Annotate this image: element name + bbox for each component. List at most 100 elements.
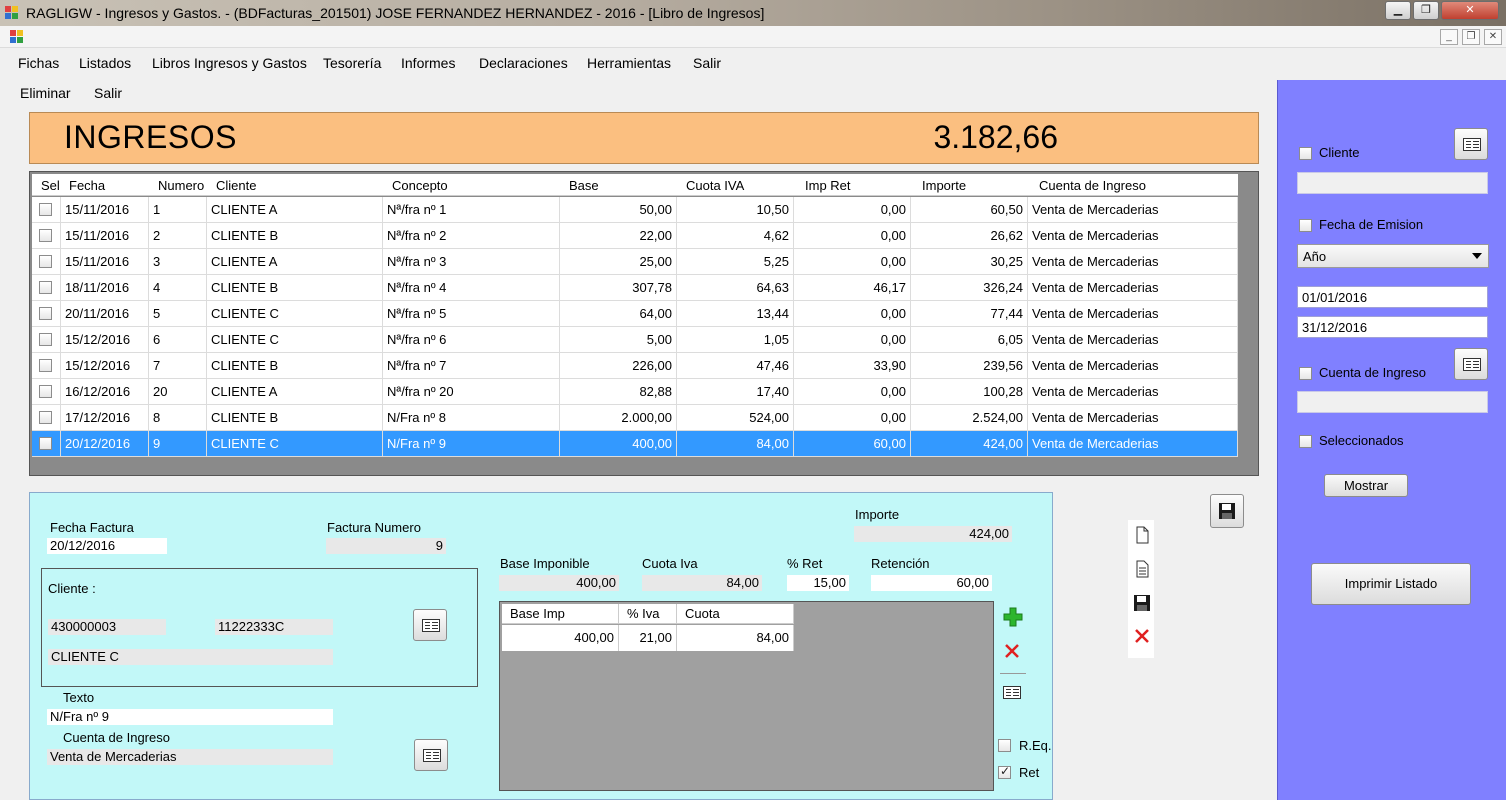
- cell-cuenta[interactable]: Venta de Mercaderias: [1028, 223, 1238, 249]
- cell-importe[interactable]: 6,05: [911, 327, 1028, 353]
- cliente-lookup-button[interactable]: [1454, 128, 1488, 160]
- menu-tesoreria[interactable]: Tesorería: [323, 55, 381, 71]
- cell-base[interactable]: 82,88: [560, 379, 677, 405]
- row-select-cell[interactable]: [32, 379, 61, 405]
- cell-importe[interactable]: 26,62: [911, 223, 1028, 249]
- cell-fecha[interactable]: 18/11/2016: [61, 275, 149, 301]
- cuota-iva-field[interactable]: 84,00: [642, 575, 762, 591]
- cell-numero[interactable]: 3: [149, 249, 207, 275]
- cell-importe[interactable]: 30,25: [911, 249, 1028, 275]
- row-select-cell[interactable]: [32, 327, 61, 353]
- fecha-desde-input[interactable]: 01/01/2016: [1297, 286, 1488, 308]
- iva-col-cuota[interactable]: Cuota: [677, 604, 794, 624]
- cell-cuota[interactable]: 64,63: [677, 275, 794, 301]
- cell-fecha[interactable]: 16/12/2016: [61, 379, 149, 405]
- cell-cuenta[interactable]: Venta de Mercaderias: [1028, 431, 1238, 457]
- cell-fecha[interactable]: 15/11/2016: [61, 197, 149, 223]
- cell-numero[interactable]: 8: [149, 405, 207, 431]
- table-row[interactable]: 15/12/2016 6 CLIENTE C Nª/fra nº 6 5,00 1,05 0…: [32, 327, 1238, 353]
- row-select-checkbox[interactable]: [39, 411, 52, 424]
- cuenta-ingreso-lookup-button[interactable]: [414, 739, 448, 771]
- delete-x-icon[interactable]: [1133, 627, 1151, 645]
- fecha-hasta-input[interactable]: 31/12/2016: [1297, 316, 1488, 338]
- cell-ret[interactable]: 60,00: [794, 431, 911, 457]
- cliente-cuenta-field[interactable]: 430000003: [48, 619, 166, 635]
- menu-listados[interactable]: Listados: [79, 55, 131, 71]
- cell-cuota[interactable]: 4,62: [677, 223, 794, 249]
- cell-base[interactable]: 307,78: [560, 275, 677, 301]
- cell-fecha[interactable]: 20/11/2016: [61, 301, 149, 327]
- row-select-checkbox[interactable]: [39, 333, 52, 346]
- cell-base[interactable]: 2.000,00: [560, 405, 677, 431]
- cell-ret[interactable]: 0,00: [794, 197, 911, 223]
- col-header-cuenta[interactable]: Cuenta de Ingreso: [1039, 178, 1146, 193]
- cell-cuota[interactable]: 524,00: [677, 405, 794, 431]
- importe-field[interactable]: 424,00: [854, 526, 1012, 542]
- row-select-cell[interactable]: [32, 249, 61, 275]
- cell-cliente[interactable]: CLIENTE C: [207, 327, 383, 353]
- cuenta-ingreso-field[interactable]: Venta de Mercaderias: [47, 749, 333, 765]
- fecha-factura-field[interactable]: 20/12/2016: [47, 538, 167, 554]
- cell-numero[interactable]: 20: [149, 379, 207, 405]
- cell-importe[interactable]: 239,56: [911, 353, 1028, 379]
- cell-numero[interactable]: 4: [149, 275, 207, 301]
- row-select-cell[interactable]: [32, 275, 61, 301]
- row-select-checkbox[interactable]: [39, 255, 52, 268]
- row-select-checkbox[interactable]: [39, 359, 52, 372]
- cell-base[interactable]: 64,00: [560, 301, 677, 327]
- cell-concepto[interactable]: N/Fra nº 8: [383, 405, 560, 431]
- close-button[interactable]: ✕: [1441, 1, 1499, 20]
- iva-cell-porcentaje[interactable]: 21,00: [619, 625, 677, 651]
- row-select-checkbox[interactable]: [39, 307, 52, 320]
- ret-checkbox[interactable]: [998, 764, 1011, 779]
- table-row[interactable]: 18/11/2016 4 CLIENTE B Nª/fra nº 4 307,78 64,…: [32, 275, 1238, 301]
- cell-cuota[interactable]: 84,00: [677, 431, 794, 457]
- col-header-sel[interactable]: Sel: [41, 178, 60, 193]
- child-restore-button[interactable]: ❐: [1462, 29, 1480, 45]
- table-row[interactable]: 15/11/2016 3 CLIENTE A Nª/fra nº 3 25,00 5,25…: [32, 249, 1238, 275]
- row-select-cell[interactable]: [32, 353, 61, 379]
- cliente-detail-lookup-button[interactable]: [413, 609, 447, 641]
- cliente-nombre-field[interactable]: CLIENTE C: [48, 649, 333, 665]
- table-row[interactable]: 16/12/2016 20 CLIENTE A Nª/fra nº 20 82,88 17…: [32, 379, 1238, 405]
- mostrar-button[interactable]: Mostrar: [1324, 474, 1408, 497]
- child-minimize-button[interactable]: _: [1440, 29, 1458, 45]
- iva-cell-cuota[interactable]: 84,00: [677, 625, 794, 651]
- col-header-cliente[interactable]: Cliente: [216, 178, 256, 193]
- fecha-filter-checkbox[interactable]: [1299, 219, 1312, 232]
- cell-importe[interactable]: 100,28: [911, 379, 1028, 405]
- add-line-icon[interactable]: [1003, 607, 1023, 627]
- row-select-cell[interactable]: [32, 301, 61, 327]
- cell-concepto[interactable]: Nª/fra nº 2: [383, 223, 560, 249]
- cell-concepto[interactable]: Nª/fra nº 1: [383, 197, 560, 223]
- periodo-select[interactable]: Año: [1297, 244, 1489, 268]
- cell-base[interactable]: 25,00: [560, 249, 677, 275]
- col-header-imp-ret[interactable]: Imp Ret: [805, 178, 851, 193]
- table-row[interactable]: 15/11/2016 2 CLIENTE B Nª/fra nº 2 22,00 4,62…: [32, 223, 1238, 249]
- cell-cliente[interactable]: CLIENTE A: [207, 249, 383, 275]
- row-select-checkbox[interactable]: [39, 385, 52, 398]
- cuenta-lookup-button[interactable]: [1454, 348, 1488, 380]
- factura-numero-field[interactable]: 9: [326, 538, 446, 554]
- cell-base[interactable]: 50,00: [560, 197, 677, 223]
- cell-fecha[interactable]: 15/12/2016: [61, 327, 149, 353]
- cell-cuota[interactable]: 10,50: [677, 197, 794, 223]
- cell-cuota[interactable]: 47,46: [677, 353, 794, 379]
- edit-document-icon[interactable]: [1133, 560, 1151, 578]
- menu-eliminar[interactable]: Eliminar: [20, 85, 71, 101]
- table-row[interactable]: 17/12/2016 8 CLIENTE B N/Fra nº 8 2.000,00 52…: [32, 405, 1238, 431]
- menu-declaraciones[interactable]: Declaraciones: [479, 55, 568, 71]
- seleccionados-checkbox[interactable]: [1299, 435, 1312, 448]
- row-select-checkbox[interactable]: [39, 437, 52, 450]
- porcentaje-ret-field[interactable]: 15,00: [787, 575, 849, 591]
- row-select-checkbox[interactable]: [39, 203, 52, 216]
- row-select-checkbox[interactable]: [39, 229, 52, 242]
- save-record-button[interactable]: [1210, 494, 1244, 528]
- cell-concepto[interactable]: Nª/fra nº 6: [383, 327, 560, 353]
- base-imponible-field[interactable]: 400,00: [499, 575, 619, 591]
- cell-fecha[interactable]: 15/11/2016: [61, 249, 149, 275]
- col-header-cuota-iva[interactable]: Cuota IVA: [686, 178, 744, 193]
- iva-col-porcentaje[interactable]: % Iva: [619, 604, 677, 624]
- cell-cuota[interactable]: 5,25: [677, 249, 794, 275]
- cell-importe[interactable]: 424,00: [911, 431, 1028, 457]
